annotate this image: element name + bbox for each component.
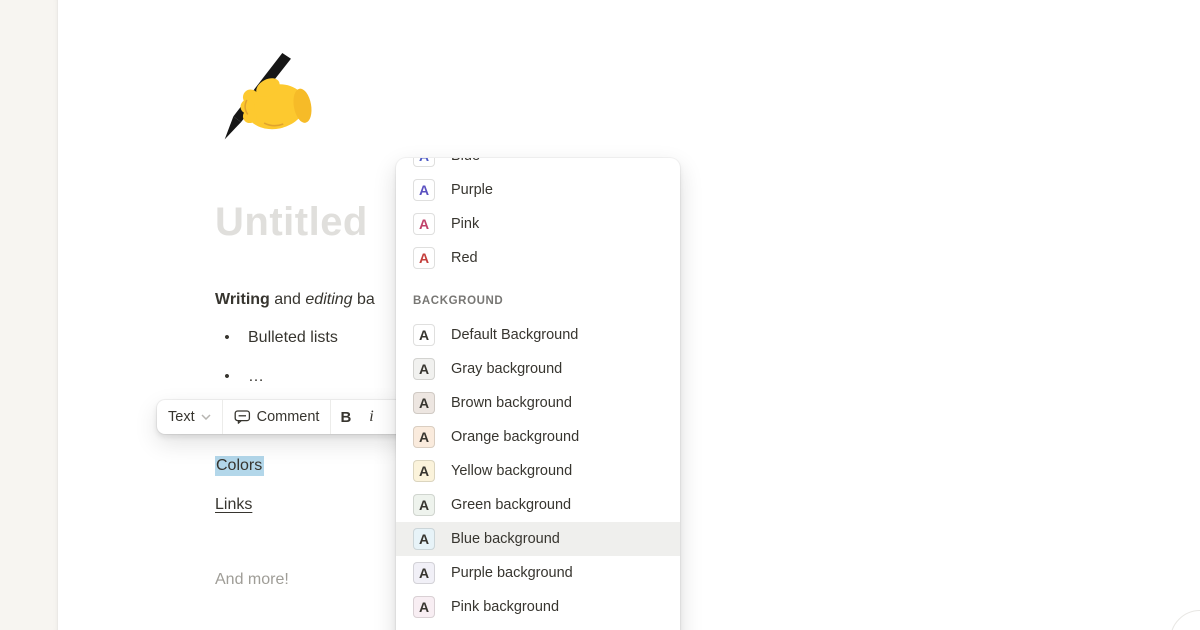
chip-letter: A [419, 183, 429, 197]
bullet-label: Bulleted lists [248, 326, 338, 350]
chip-letter: A [419, 362, 429, 376]
menu-item-orange-background[interactable]: A Orange background [396, 420, 680, 454]
background-color-chip-icon: A [413, 358, 435, 380]
links-link[interactable]: Links [215, 496, 252, 513]
background-color-chip-icon: A [413, 528, 435, 550]
menu-item-label: Gray background [451, 361, 562, 377]
chip-letter: A [419, 217, 429, 231]
and-more-text[interactable]: And more! [215, 571, 289, 589]
italic-button[interactable]: i [360, 400, 382, 434]
menu-item-green-background[interactable]: A Green background [396, 488, 680, 522]
menu-item-brown-background[interactable]: A Brown background [396, 386, 680, 420]
menu-item-default-background[interactable]: A Default Background [396, 318, 680, 352]
menu-item-label: Blue background [451, 531, 560, 547]
background-color-chip-icon: A [413, 596, 435, 618]
menu-item-yellow-background[interactable]: A Yellow background [396, 454, 680, 488]
chip-letter: A [419, 430, 429, 444]
menu-item-label: Blue [451, 158, 480, 164]
page-title[interactable]: Untitled [215, 200, 368, 245]
background-color-chip-icon: A [413, 324, 435, 346]
menu-item-purple-background[interactable]: A Purple background [396, 556, 680, 590]
text-color-chip-icon: A [413, 158, 435, 167]
bullet-label: … [248, 365, 264, 389]
color-menu-dropdown: A Blue A Purple A Pink A Red BACKGROUND [396, 158, 680, 630]
menu-item-label: Pink background [451, 599, 559, 615]
turn-into-label: Text [168, 409, 195, 425]
background-color-chip-icon: A [413, 460, 435, 482]
comment-label: Comment [257, 409, 320, 425]
menu-item-gray-background[interactable]: A Gray background [396, 352, 680, 386]
menu-item-blue-background[interactable]: A Blue background [396, 522, 680, 556]
menu-item-label: Brown background [451, 395, 572, 411]
chip-letter: A [419, 566, 429, 580]
intro-italic-text: editing [305, 291, 352, 308]
chip-letter: A [419, 396, 429, 410]
menu-item-pink-background[interactable]: A Pink background [396, 590, 680, 624]
background-color-chip-icon: A [413, 494, 435, 516]
menu-item-label: Pink [451, 216, 479, 232]
intro-paragraph[interactable]: Writing and editing ba [215, 288, 375, 312]
text-color-chip-icon: A [413, 213, 435, 235]
menu-item-label: Purple [451, 182, 493, 198]
menu-item-label: Yellow background [451, 463, 572, 479]
comment-button[interactable]: Comment [223, 400, 331, 434]
left-sidebar [0, 0, 58, 630]
chip-letter: A [419, 532, 429, 546]
menu-item-purple[interactable]: A Purple [396, 173, 680, 207]
menu-item-label: Default Background [451, 327, 578, 343]
menu-item-red[interactable]: A Red [396, 241, 680, 275]
menu-item-blue[interactable]: A Blue [396, 158, 680, 173]
bullet-dot: • [215, 365, 239, 389]
text-color-chip-icon: A [413, 247, 435, 269]
menu-item-pink[interactable]: A Pink [396, 207, 680, 241]
menu-item-label: Red [451, 250, 478, 266]
comment-icon [234, 409, 251, 425]
chevron-down-icon [201, 414, 211, 420]
chip-letter: A [419, 251, 429, 265]
chip-letter: A [419, 498, 429, 512]
background-color-chip-icon: A [413, 392, 435, 414]
background-color-chip-icon: A [413, 562, 435, 584]
bullet-item-1[interactable]: • Bulleted lists [215, 326, 338, 350]
links-text-block[interactable]: Links [215, 494, 252, 516]
colors-text-block[interactable]: Colors [215, 455, 264, 477]
menu-item-label: Purple background [451, 565, 573, 581]
text-color-chip-icon: A [413, 179, 435, 201]
intro-mid-text: and [270, 291, 306, 308]
intro-bold-text: Writing [215, 291, 270, 308]
menu-item-label: Green background [451, 497, 571, 513]
intro-tail-text: ba [353, 291, 375, 308]
help-button[interactable] [1170, 610, 1200, 630]
bullet-dot: • [215, 326, 239, 350]
writing-hand-emoji-icon[interactable] [218, 52, 314, 148]
menu-item-label: Orange background [451, 429, 579, 445]
bullet-item-2[interactable]: • … [215, 365, 264, 389]
chip-letter: A [419, 600, 429, 614]
selected-text: Colors [215, 456, 264, 476]
turn-into-button[interactable]: Text [157, 400, 222, 434]
background-section-header: BACKGROUND [396, 289, 680, 313]
format-toolbar: Text Comment B i [157, 400, 419, 434]
chip-letter: A [419, 158, 429, 163]
bold-button[interactable]: B [331, 400, 360, 434]
editor-window: Untitled Writing and editing ba • Bullet… [0, 0, 1200, 630]
chip-letter: A [419, 464, 429, 478]
background-color-chip-icon: A [413, 426, 435, 448]
chip-letter: A [419, 328, 429, 342]
